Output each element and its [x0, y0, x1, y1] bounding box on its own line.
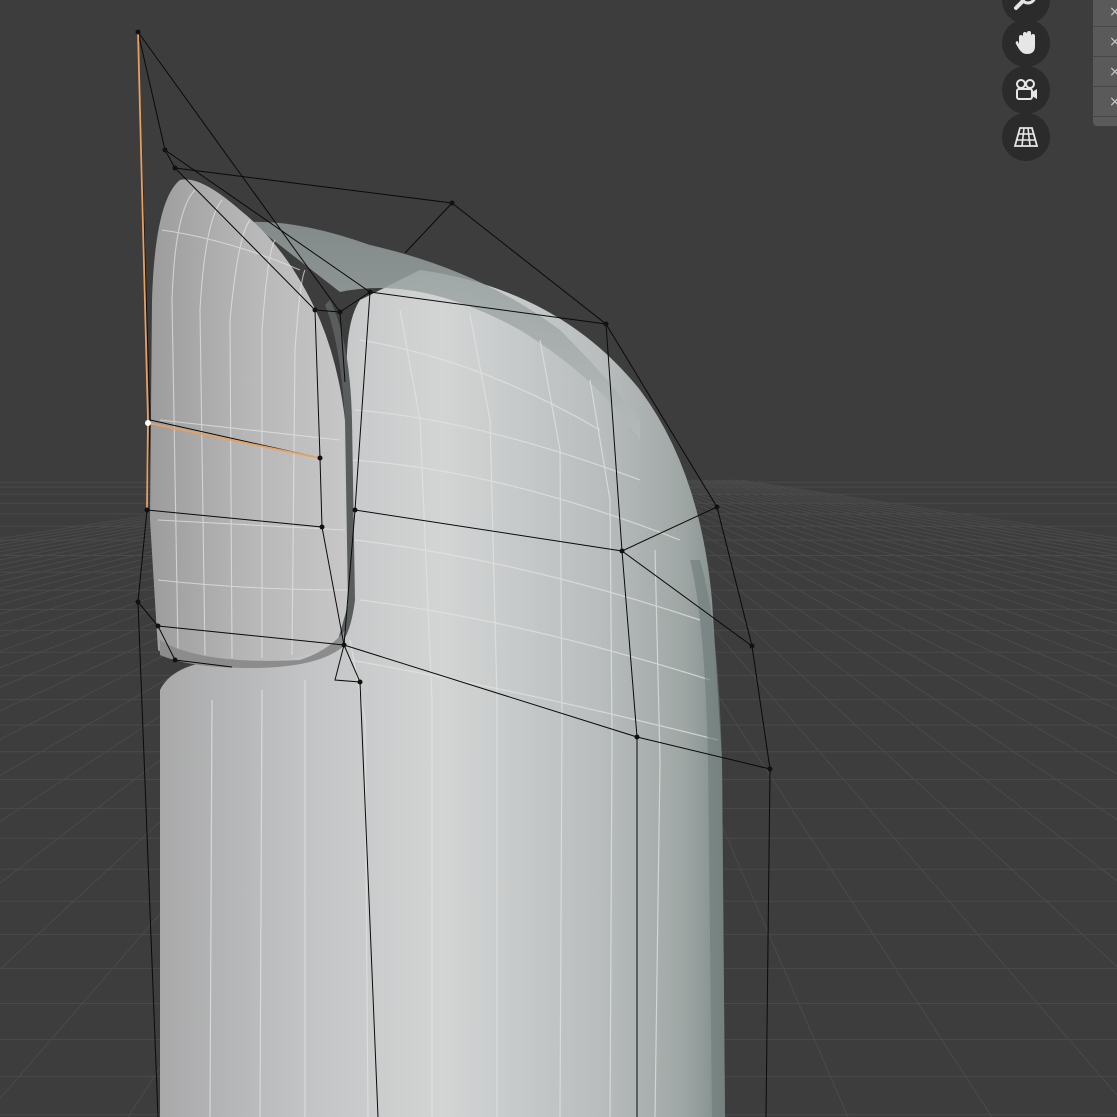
- viewport-scene: [0, 29, 1117, 1117]
- camera-icon: [1016, 79, 1037, 100]
- sidebar-tab[interactable]: ×: [1093, 88, 1117, 117]
- 3d-viewport[interactable]: × × × ×: [0, 0, 1117, 1117]
- sidebar-tab-strip: × × × ×: [1093, 0, 1117, 126]
- toggle-perspective-button[interactable]: [1002, 113, 1050, 161]
- magnifier-icon: [1014, 0, 1036, 10]
- sidebar-tab[interactable]: ×: [1093, 28, 1117, 57]
- hand-icon: [1015, 31, 1035, 54]
- sidebar-tab[interactable]: ×: [1093, 0, 1117, 27]
- grid-perspective-icon: [1013, 127, 1039, 147]
- camera-view-button[interactable]: [1002, 66, 1050, 114]
- sidebar-tab[interactable]: ×: [1093, 58, 1117, 87]
- pan-button[interactable]: [1002, 19, 1050, 67]
